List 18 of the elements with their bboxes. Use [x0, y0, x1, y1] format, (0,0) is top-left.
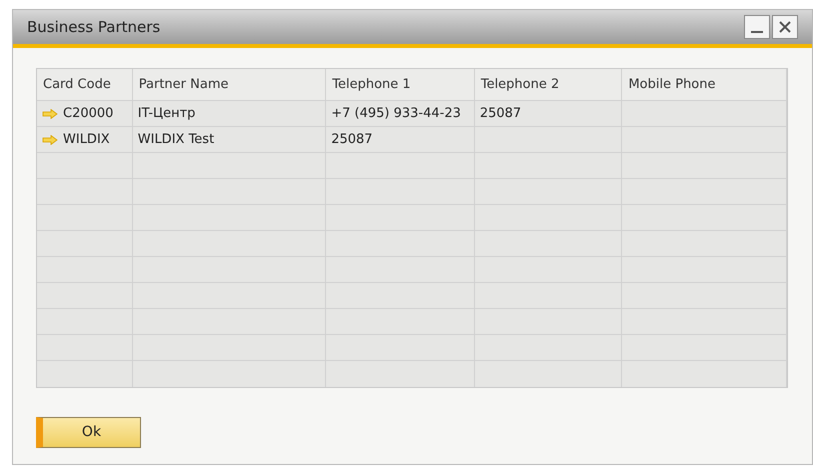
minimize-button[interactable] [744, 15, 770, 39]
column-header[interactable]: Telephone 2 [474, 69, 622, 100]
table-cell-text: +7 (495) 933-44-23 [331, 104, 461, 123]
close-icon [779, 21, 791, 33]
column-header[interactable]: Telephone 1 [326, 69, 475, 100]
column-header[interactable]: Mobile Phone [622, 69, 788, 100]
ok-button[interactable]: Ok [36, 417, 141, 448]
table-cell-text: 25087 [331, 130, 373, 149]
table-cell-text: 25087 [480, 104, 522, 123]
table-cell-text: IT-Центр [138, 104, 196, 123]
close-button[interactable] [772, 15, 798, 39]
window-title: Business Partners [27, 16, 162, 38]
table-cell-text: C20000 [63, 104, 114, 123]
column-header[interactable]: Card Code [37, 69, 133, 100]
minimize-icon [751, 31, 763, 33]
table-cell-text: WILDIX Test [138, 130, 214, 149]
column-header[interactable]: Partner Name [132, 69, 326, 100]
table-cell-text: WILDIX [63, 130, 110, 149]
